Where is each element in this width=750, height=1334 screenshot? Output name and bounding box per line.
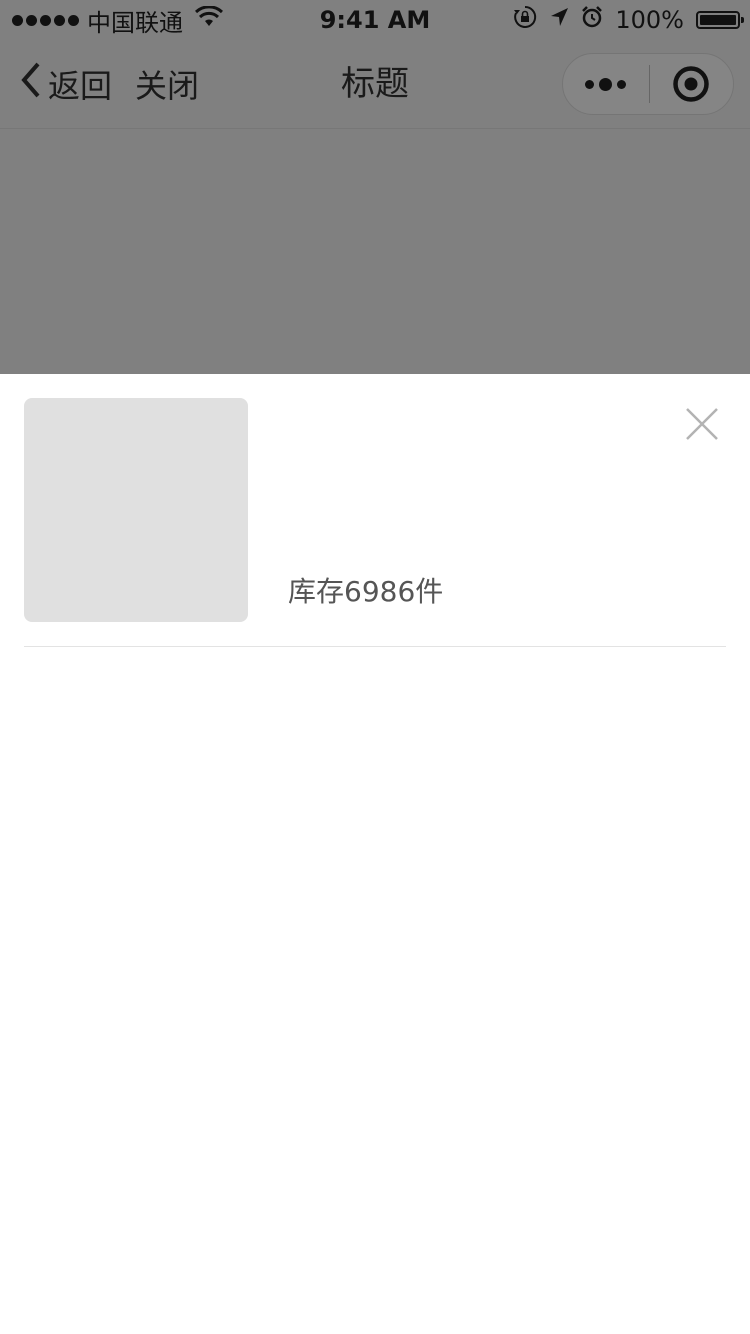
close-icon[interactable]	[684, 406, 720, 442]
page-overlay[interactable]	[0, 129, 750, 374]
battery-percent: 100%	[615, 6, 684, 34]
battery-fill	[700, 15, 736, 25]
target-icon[interactable]	[650, 54, 734, 114]
stock-label: 库存6986件	[288, 575, 444, 608]
chevron-left-icon	[20, 62, 48, 106]
alarm-icon	[581, 6, 603, 34]
close-label: 关闭	[135, 67, 200, 105]
nav-bar: 返回 关闭 标题	[0, 40, 750, 129]
menu-capsule	[562, 53, 734, 115]
more-dots-icon[interactable]	[563, 54, 649, 114]
back-label: 返回	[48, 67, 113, 105]
divider	[24, 646, 726, 647]
page: 中国联通 9:41 AM 100% 返回 关闭 标题 库存6986件	[0, 0, 750, 1334]
back-button[interactable]: 返回	[20, 40, 112, 128]
product-thumbnail	[24, 398, 248, 622]
battery-icon	[696, 11, 744, 29]
close-page-button[interactable]: 关闭	[135, 40, 199, 128]
orientation-lock-icon	[513, 5, 537, 35]
location-arrow-icon	[549, 6, 569, 34]
status-bar: 中国联通 9:41 AM 100%	[0, 0, 750, 40]
status-right: 100%	[513, 4, 744, 36]
product-sheet: 库存6986件	[0, 374, 750, 1334]
